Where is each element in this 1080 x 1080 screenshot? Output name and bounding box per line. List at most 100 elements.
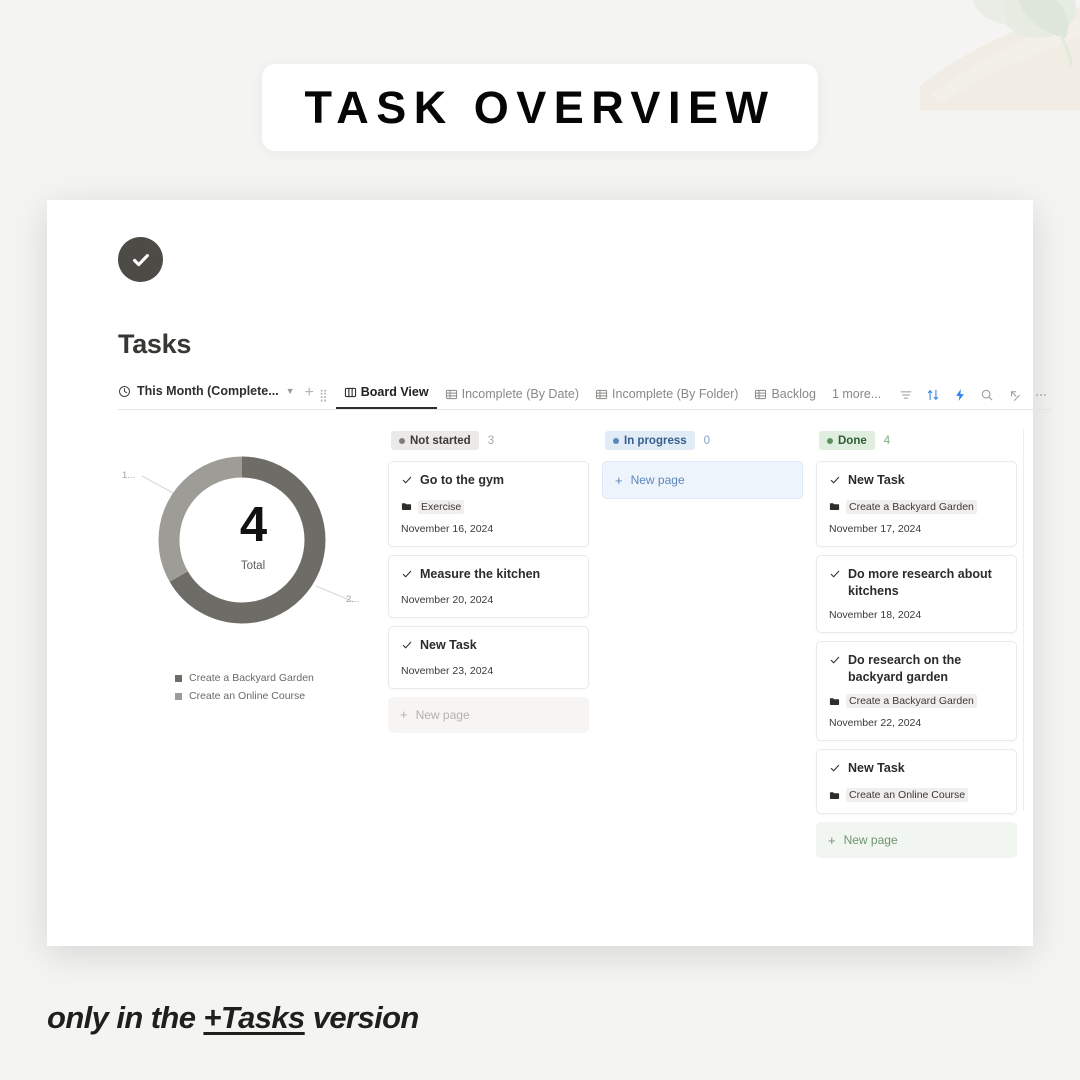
page-title: Tasks xyxy=(118,329,1033,360)
status-dot-icon xyxy=(399,438,405,444)
status-badge[interactable]: Not started xyxy=(391,431,479,450)
card-date: November 16, 2024 xyxy=(401,523,576,535)
check-icon xyxy=(401,566,413,585)
check-icon xyxy=(401,637,413,656)
legend-item: Create an Online Course xyxy=(175,690,388,702)
column-header: In progress 0 xyxy=(602,429,803,452)
tasks-donut-chart: 1... 2... 4 Total Create a Backyard Gard… xyxy=(118,426,388,858)
task-card[interactable]: Go to the gym Exercise November 16, 2024 xyxy=(388,461,589,547)
check-icon xyxy=(829,472,841,491)
board-column-done: Done 4 New Task xyxy=(816,429,1017,858)
chart-legend: Create a Backyard Garden Create an Onlin… xyxy=(118,672,388,702)
table-view-icon xyxy=(595,388,608,401)
tab-backlog[interactable]: Backlog xyxy=(746,387,823,409)
status-badge[interactable]: In progress xyxy=(605,431,695,450)
task-card[interactable]: New Task November 23, 2024 xyxy=(388,626,589,689)
status-badge[interactable]: Done xyxy=(819,431,875,450)
column-divider xyxy=(1023,429,1024,811)
card-date: November 18, 2024 xyxy=(829,609,1004,621)
card-title-row: Go to the gym xyxy=(401,472,576,491)
task-card[interactable]: Do research on the backyard garden Creat… xyxy=(816,641,1017,742)
automation-lightning-icon[interactable] xyxy=(953,388,967,402)
folder-icon xyxy=(401,501,412,512)
task-card[interactable]: New Task Create a Backyard Garden Novemb… xyxy=(816,461,1017,547)
check-circle-icon xyxy=(118,237,163,282)
tab-board-view[interactable]: Board View xyxy=(336,385,437,409)
card-relation-label: Create a Backyard Garden xyxy=(846,500,977,514)
table-view-icon xyxy=(754,388,767,401)
folder-icon xyxy=(829,696,840,707)
tab-incomplete-by-date[interactable]: Incomplete (By Date) xyxy=(437,387,587,409)
database-selector-label: This Month (Complete... xyxy=(137,384,279,398)
add-view-button[interactable]: + xyxy=(295,385,319,409)
card-title: Do more research about kitchens xyxy=(848,566,1004,600)
card-title-row: New Task xyxy=(829,472,1004,491)
view-toolbar: This Month (Complete... ▼ + ⣿ Board View xyxy=(118,380,1009,410)
footer-suffix: version xyxy=(305,1000,419,1035)
plus-icon: + xyxy=(400,708,408,721)
column-header: Done 4 xyxy=(816,429,1017,452)
column-count: 0 xyxy=(704,435,710,447)
sort-icon[interactable] xyxy=(926,388,940,402)
expand-icon[interactable] xyxy=(1007,388,1021,402)
check-icon xyxy=(401,472,413,491)
more-views-button[interactable]: 1 more... xyxy=(824,387,889,409)
table-view-icon xyxy=(445,388,458,401)
drag-handle-icon[interactable]: ⣿ xyxy=(319,389,336,409)
card-date: November 17, 2024 xyxy=(829,523,1004,535)
kanban-board: Not started 3 Go to the gym xyxy=(388,426,1017,858)
chevron-down-icon: ▼ xyxy=(286,386,295,396)
card-title-row: New Task xyxy=(401,637,576,656)
check-icon xyxy=(829,760,841,779)
view-actions xyxy=(889,388,1052,409)
new-page-button[interactable]: + New page xyxy=(602,461,803,499)
legend-item: Create a Backyard Garden xyxy=(175,672,388,684)
card-relation[interactable]: Create a Backyard Garden xyxy=(829,500,1004,514)
status-label: Done xyxy=(838,435,867,447)
filter-icon[interactable] xyxy=(899,388,913,402)
card-title: Measure the kitchen xyxy=(420,566,540,583)
footer-prefix: only in the xyxy=(47,1000,203,1035)
tab-label: Backlog xyxy=(771,387,815,401)
new-page-label: New page xyxy=(631,473,685,487)
card-relation[interactable]: Create an Online Course xyxy=(829,788,1004,802)
card-date: November 23, 2024 xyxy=(401,665,576,677)
card-relation-label: Exercise xyxy=(418,500,464,514)
donut-svg xyxy=(118,444,368,654)
banner-title-pill: TASK OVERVIEW xyxy=(262,64,818,151)
new-page-button[interactable]: + New page xyxy=(816,822,1017,858)
task-card[interactable]: Measure the kitchen November 20, 2024 xyxy=(388,555,589,618)
legend-label: Create a Backyard Garden xyxy=(189,672,314,684)
card-relation[interactable]: Exercise xyxy=(401,500,576,514)
status-label: In progress xyxy=(624,435,687,447)
tab-label: Incomplete (By Date) xyxy=(462,387,579,401)
banner-title: TASK OVERVIEW xyxy=(305,82,776,134)
status-dot-icon xyxy=(613,438,619,444)
status-dot-icon xyxy=(827,438,833,444)
new-page-button[interactable]: + New page xyxy=(388,697,589,733)
card-title: Do research on the backyard garden xyxy=(848,652,1004,686)
plus-icon: + xyxy=(615,474,623,487)
card-relation-label: Create a Backyard Garden xyxy=(846,694,977,708)
legend-swatch xyxy=(175,693,182,700)
app-window: Tasks This Month (Complete... ▼ + ⣿ xyxy=(47,200,1033,946)
tab-incomplete-by-folder[interactable]: Incomplete (By Folder) xyxy=(587,387,746,409)
board-column-in-progress: In progress 0 + New page xyxy=(602,429,803,858)
more-horizontal-icon[interactable] xyxy=(1034,388,1048,402)
board-column-not-started: Not started 3 Go to the gym xyxy=(388,429,589,858)
card-title: New Task xyxy=(848,760,905,777)
decorative-plant-photo xyxy=(920,0,1080,110)
status-label: Not started xyxy=(410,435,471,447)
footer-emphasis: +Tasks xyxy=(203,1000,304,1035)
task-card[interactable]: New Task Create an Online Course xyxy=(816,749,1017,814)
card-title-row: Do more research about kitchens xyxy=(829,566,1004,600)
legend-swatch xyxy=(175,675,182,682)
board-view-icon xyxy=(344,386,357,399)
task-card[interactable]: Do more research about kitchens November… xyxy=(816,555,1017,633)
footer-note: only in the +Tasks version xyxy=(47,1000,419,1036)
plus-icon: + xyxy=(828,834,836,847)
database-selector[interactable]: This Month (Complete... ▼ xyxy=(118,380,295,410)
folder-icon xyxy=(829,790,840,801)
card-relation[interactable]: Create a Backyard Garden xyxy=(829,694,1004,708)
search-icon[interactable] xyxy=(980,388,994,402)
